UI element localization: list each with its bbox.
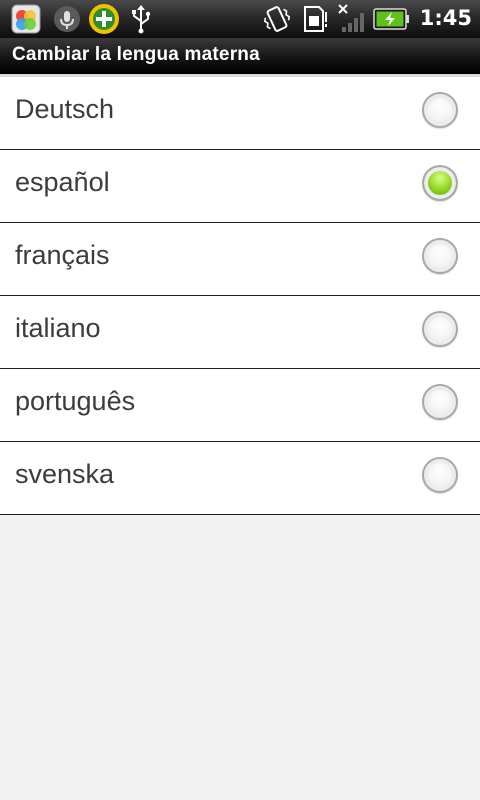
sd-card-icon [304,6,327,32]
microphone-icon[interactable] [53,5,81,33]
radio-button[interactable] [422,311,458,347]
status-time: 1:45 [419,6,472,30]
title-bar: Cambiar la lengua materna [0,38,480,77]
radio-button[interactable] [422,457,458,493]
list-item-svenska[interactable]: svenska [0,442,480,515]
radio-button[interactable] [422,238,458,274]
list-item-italiano[interactable]: italiano [0,296,480,369]
list-item-francais[interactable]: français [0,223,480,296]
vibrate-icon [263,6,291,32]
radio-button[interactable] [422,384,458,420]
language-label: português [15,386,136,416]
no-signal-icon [338,4,364,32]
language-label: español [15,167,110,197]
radio-button[interactable] [422,165,458,201]
language-list: Deutsch español français italiano portug… [0,77,480,515]
language-label: svenska [15,459,115,489]
list-item-deutsch[interactable]: Deutsch [0,77,480,150]
language-label: Deutsch [15,94,115,124]
language-label: français [15,240,110,270]
battery-charging-icon [373,8,409,30]
page-title: Cambiar la lengua materna [12,44,260,65]
add-app-icon[interactable] [88,3,120,35]
gallery-app-icon[interactable] [10,3,42,35]
list-item-espanol[interactable]: español [0,150,480,223]
usb-icon [132,5,151,34]
language-label: italiano [15,313,101,343]
radio-button[interactable] [422,92,458,128]
status-bar: 1:45 [0,0,480,38]
list-item-portugues[interactable]: português [0,369,480,442]
